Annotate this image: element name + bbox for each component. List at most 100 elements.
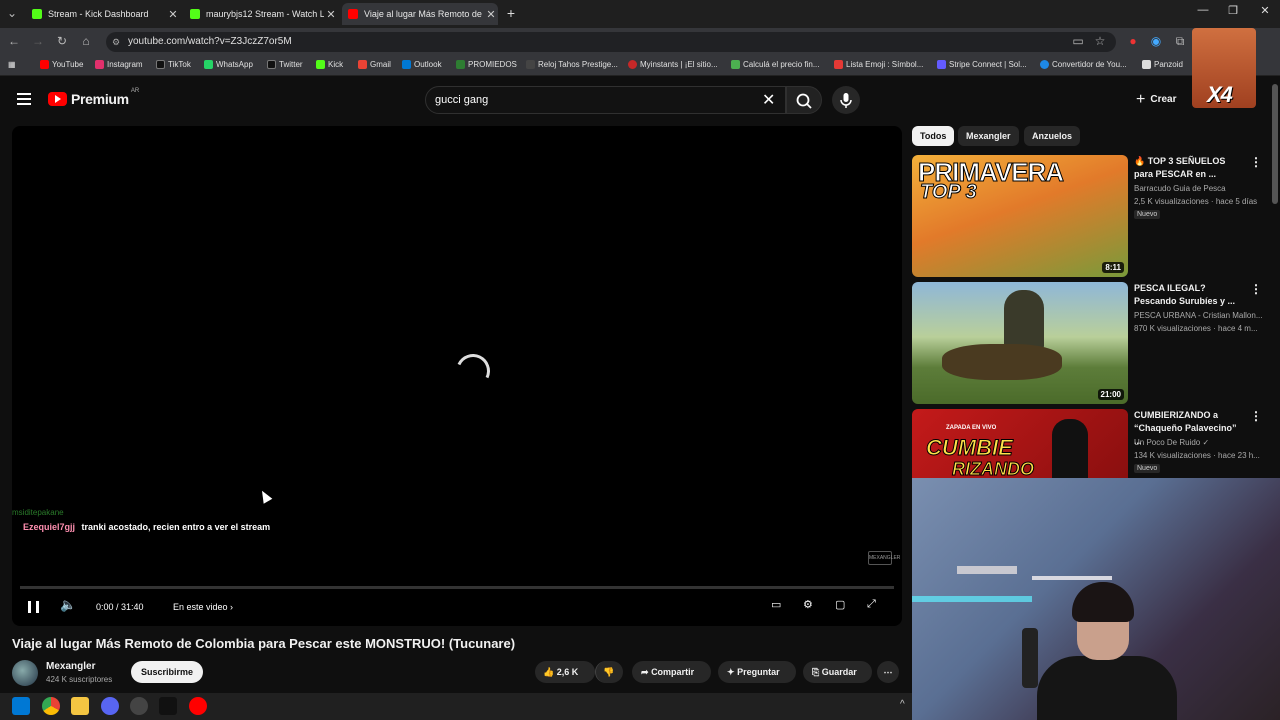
menu-icon[interactable] <box>17 93 31 108</box>
thumbnail-fish <box>942 344 1062 380</box>
apps-grid-icon[interactable]: ▦ <box>8 60 16 69</box>
bookmark-emoji[interactable]: Lista Emoji : Símbol... <box>834 60 923 69</box>
bookmark-stripe[interactable]: Stripe Connect | Sol... <box>937 60 1027 69</box>
new-tab-icon[interactable]: + <box>503 5 519 21</box>
youtube-taskbar-icon[interactable] <box>189 697 207 715</box>
restore-icon[interactable]: ❐ <box>1218 4 1248 17</box>
bookmark-star-icon[interactable]: ☆ <box>1092 34 1108 48</box>
clear-search-icon[interactable]: ✕ <box>762 90 775 110</box>
chrome-icon[interactable] <box>42 697 60 715</box>
theater-mode-icon[interactable]: ▢ <box>835 598 845 611</box>
bookmark-instagram[interactable]: Instagram <box>95 60 143 69</box>
sidebar-video-title[interactable]: PESCA ILEGAL? Pescando Surubíes y ... <box>1134 282 1244 308</box>
volume-icon[interactable]: 🔈 <box>60 597 76 613</box>
forward-icon[interactable]: → <box>30 34 46 48</box>
address-toolbar: ← → ↻ ⌂ ⚙ youtube.com/watch?v=Z3JczZ7or5… <box>0 28 1280 56</box>
sidebar-video-channel[interactable]: Barracudo Guia de Pesca <box>1134 184 1226 193</box>
browser-tab-kick-dashboard[interactable]: Stream - Kick Dashboard ✕ <box>26 3 180 25</box>
webcam-shelf <box>957 566 1017 574</box>
sidebar-video-thumbnail[interactable]: 21:00 <box>912 282 1128 404</box>
chat-message-overlay: Ezequiel7gjj tranki acostado, recien ent… <box>23 522 270 532</box>
tab-close-icon[interactable]: ✕ <box>166 8 180 21</box>
install-app-icon[interactable]: ▭ <box>1070 34 1086 48</box>
sidebar-video-thumbnail[interactable]: ZAPADA EN VIVO CUMBIE RIZANDO <box>912 409 1128 478</box>
youtube-header: Premium AR gucci gang ✕ + Crear <box>0 77 1280 123</box>
search-button[interactable] <box>786 86 822 114</box>
create-button[interactable]: + Crear <box>1126 86 1186 114</box>
sidebar-video-thumbnail[interactable]: PRIMAVERA TOP 3 8:11 <box>912 155 1128 277</box>
video-menu-icon[interactable]: ⋮ <box>1250 155 1262 169</box>
file-explorer-icon[interactable] <box>71 697 89 715</box>
browser-tab-kick-stream[interactable]: maurybjs12 Stream - Watch Live ✕ <box>184 3 338 25</box>
home-icon[interactable]: ⌂ <box>78 34 94 48</box>
extension-record-icon[interactable]: ● <box>1125 34 1141 48</box>
minimize-icon[interactable]: — <box>1188 4 1218 16</box>
discord-icon[interactable] <box>101 697 119 715</box>
bookmark-tiktok[interactable]: TikTok <box>156 60 191 69</box>
back-icon[interactable]: ← <box>6 34 22 48</box>
tab-close-icon[interactable]: ✕ <box>324 8 338 21</box>
dislike-button[interactable]: 👎 <box>595 661 623 683</box>
ask-button[interactable]: ✦ Preguntar <box>718 661 796 683</box>
bookmark-gmail[interactable]: Gmail <box>358 60 391 69</box>
bookmark-reloj[interactable]: Reloj Tahos Prestige... <box>526 60 618 69</box>
tray-chevron-icon[interactable]: ^ <box>900 699 905 710</box>
site-info-icon[interactable]: ⚙ <box>112 32 120 52</box>
bookmark-panzoid[interactable]: Panzoid <box>1142 60 1183 69</box>
bookmark-kick[interactable]: Kick <box>316 60 343 69</box>
close-window-icon[interactable]: ✕ <box>1250 4 1280 17</box>
channel-avatar[interactable] <box>12 660 38 686</box>
page-scrollbar[interactable] <box>1272 84 1278 204</box>
subtitles-icon[interactable]: ▭ <box>771 598 781 611</box>
url-input[interactable]: ⚙ youtube.com/watch?v=Z3JczZ7or5M <box>106 32 1116 52</box>
video-player[interactable]: msiditepakane Ezequiel7gjj tranki acosta… <box>12 126 902 626</box>
sidebar-video-channel[interactable]: Un Poco De Ruido ✓ <box>1134 438 1209 447</box>
save-button[interactable]: ⎘ Guardar <box>803 661 872 683</box>
bookmark-twitter[interactable]: Twitter <box>267 60 303 69</box>
settings-gear-icon[interactable]: ⚙ <box>803 598 813 611</box>
panzoid-icon <box>1142 60 1151 69</box>
webcam-overlay <box>912 478 1280 720</box>
channel-name[interactable]: Mexangler <box>46 661 95 672</box>
pause-icon[interactable] <box>28 601 39 613</box>
windows-taskbar: ^ <box>0 693 912 720</box>
tab-close-icon[interactable]: ✕ <box>484 8 498 21</box>
share-icon: ➦ <box>641 667 649 677</box>
video-menu-icon[interactable]: ⋮ <box>1250 282 1262 296</box>
chip-mexangler[interactable]: Mexangler <box>958 126 1019 146</box>
sidebar-video-channel[interactable]: PESCA URBANA - Cristian Mallon... <box>1134 311 1262 320</box>
chapters-button[interactable]: En este video › <box>173 602 233 612</box>
video-menu-icon[interactable]: ⋮ <box>1250 409 1262 423</box>
bookmark-myinstants[interactable]: Myinstants | ¡El sitio... <box>628 60 718 69</box>
voice-search-button[interactable] <box>832 86 860 114</box>
chip-todos[interactable]: Todos <box>912 126 955 146</box>
bookmark-outlook[interactable]: Outlook <box>402 60 442 69</box>
more-actions-icon[interactable]: ⋯ <box>877 661 899 683</box>
fullscreen-icon[interactable]: ⤢ <box>867 598 876 611</box>
progress-bar[interactable] <box>20 586 894 589</box>
sidebar-video-title[interactable]: 🔥 TOP 3 SEÑUELOS para PESCAR en ... <box>1134 155 1244 181</box>
browser-tab-youtube[interactable]: Viaje al lugar Más Remoto de Colombia ✕ <box>342 3 498 25</box>
like-button[interactable]: 👍 2,6 K <box>535 661 595 683</box>
bookmark-whatsapp[interactable]: WhatsApp <box>204 60 253 69</box>
bookmark-converter[interactable]: Convertidor de You... <box>1040 60 1127 69</box>
extensions-icon[interactable]: ⧉ <box>1172 34 1188 49</box>
windows-start-icon[interactable] <box>12 697 30 715</box>
app-icon[interactable] <box>159 697 177 715</box>
new-badge: Nuevo <box>1134 464 1161 473</box>
search-input[interactable]: gucci gang <box>425 86 786 114</box>
extension-audio-icon[interactable]: ◉ <box>1148 34 1164 48</box>
channel-watermark[interactable]: MEXANGLER <box>868 551 900 565</box>
tab-search-icon[interactable]: ⌄ <box>4 6 20 20</box>
subscribe-button[interactable]: Suscribirme <box>131 661 203 683</box>
chip-anzuelos[interactable]: Anzuelos <box>1024 126 1081 146</box>
reload-icon[interactable]: ↻ <box>54 34 70 48</box>
bookmark-calcula[interactable]: Calculá el precio fin... <box>731 60 819 69</box>
obs-icon[interactable] <box>130 697 148 715</box>
youtube-premium-logo[interactable]: Premium AR <box>48 88 139 107</box>
share-button[interactable]: ➦ Compartir <box>632 661 711 683</box>
verified-icon: ✓ <box>1202 438 1210 447</box>
bookmark-youtube[interactable]: YouTube <box>40 60 83 69</box>
player-controls: 🔈 0:00 / 31:40 En este video › ▭ ⚙ ▢ ⤢ <box>12 594 902 622</box>
bookmark-promiedos[interactable]: PROMIEDOS <box>456 60 517 69</box>
